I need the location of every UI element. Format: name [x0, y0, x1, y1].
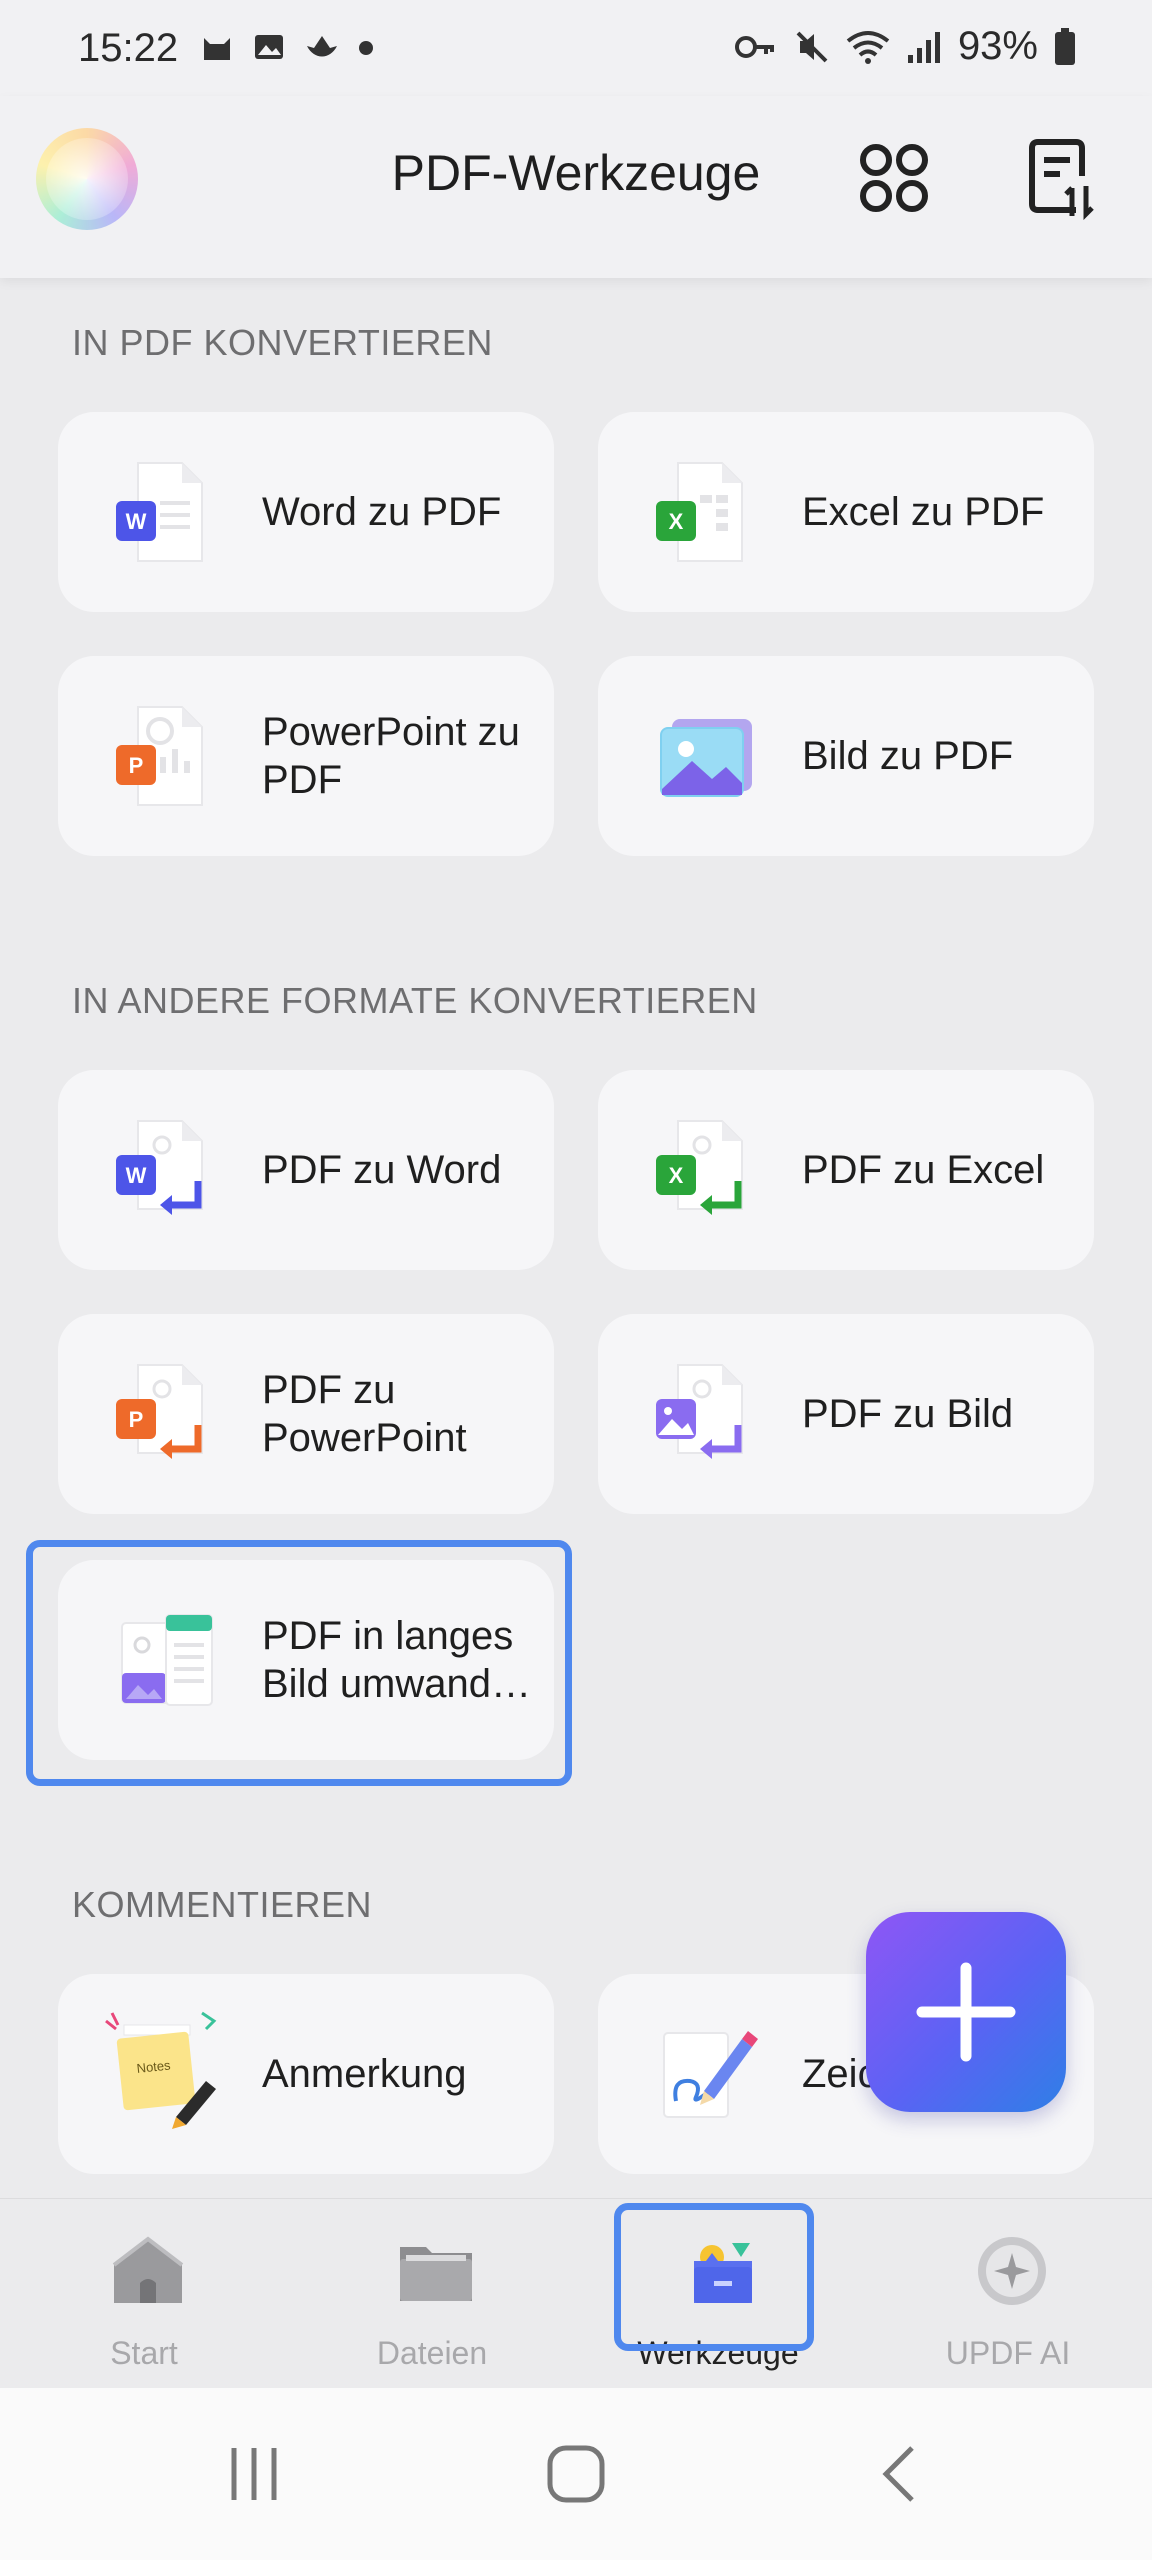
word-badge-text: W [126, 509, 147, 534]
tool-label-line: PDF zu [262, 1368, 396, 1412]
word-badge-text: W [126, 1163, 147, 1188]
powerpoint-to-pdf-card[interactable]: P PowerPoint zu PDF [58, 656, 554, 856]
home-icon [112, 2236, 184, 2303]
battery-percent: 93% [957, 24, 1038, 68]
pdf-to-image-card[interactable]: PDF zu Bild [598, 1314, 1094, 1514]
ppt-badge-text: P [129, 753, 144, 778]
excel-to-pdf-card[interactable]: X Excel zu PDF [598, 412, 1094, 612]
pdf-to-powerpoint-card[interactable]: P PDF zu PowerPoint [58, 1314, 554, 1514]
excel-badge-text: X [669, 1163, 684, 1188]
cat-icon [204, 38, 230, 60]
nav-updf-ai[interactable]: UPDF AI [908, 2199, 1108, 2389]
pdf-to-excel-card[interactable]: X PDF zu Excel [598, 1070, 1094, 1270]
pdf-to-excel-icon: X [656, 1120, 743, 1215]
system-indicators: 93% [734, 24, 1076, 69]
section-title: IN PDF KONVERTIEREN [72, 322, 493, 363]
bottom-navigation: Start Dateien Werkzeuge UPDF AI [0, 2198, 1152, 2388]
excel-file-icon: X [656, 462, 743, 562]
nav-label: Dateien [376, 2335, 488, 2371]
tool-label: Excel zu PDF [802, 490, 1045, 534]
powerpoint-file-icon: P [116, 706, 203, 806]
battery-icon [1055, 27, 1075, 65]
sticky-note-icon: Notes [105, 2011, 217, 2129]
word-file-icon: W [116, 462, 203, 562]
key-icon [734, 35, 774, 58]
nav-label: Start [110, 2335, 178, 2371]
status-time: 15:22 [78, 26, 179, 70]
pdf-to-powerpoint-icon: P [116, 1364, 203, 1459]
tool-label: PDF zu Word [262, 1148, 502, 1192]
drawing-icon [663, 2031, 758, 2118]
image-icon [255, 35, 283, 59]
status-bar: 15:22 93% [0, 0, 1152, 96]
annotation-card[interactable]: Notes Anmerkung [58, 1974, 554, 2174]
mute-icon [796, 31, 828, 62]
tool-label: PowerPoint zu PDF [262, 708, 520, 804]
image-stack-icon [660, 719, 752, 797]
bird-icon [307, 36, 337, 57]
word-to-pdf-card[interactable]: W Word zu PDF [58, 412, 554, 612]
nav-dateien[interactable]: Dateien [332, 2199, 532, 2389]
back-icon[interactable] [870, 2444, 930, 2504]
selection-highlight [26, 1540, 572, 1786]
section-title: IN ANDERE FORMATE KONVERTIEREN [72, 980, 758, 1021]
home-button-icon[interactable] [546, 2444, 606, 2504]
ai-icon [978, 2237, 1046, 2305]
dot-icon [359, 41, 373, 55]
ppt-badge-text: P [129, 1407, 144, 1432]
grid-icon[interactable] [852, 136, 936, 220]
system-navigation-bar [0, 2388, 1152, 2560]
pdf-to-image-icon [656, 1364, 743, 1459]
nav-label: UPDF AI [945, 2335, 1071, 2371]
pdf-to-word-card[interactable]: W PDF zu Word [58, 1070, 554, 1270]
tool-label: Bild zu PDF [802, 734, 1014, 778]
page-title: PDF-Werkzeuge [391, 145, 761, 201]
notification-icons [200, 30, 374, 64]
section-title: KOMMENTIEREN [72, 1884, 373, 1925]
tools-list[interactable]: IN PDF KONVERTIEREN W Word zu PDF X Exce… [0, 278, 1152, 2198]
wifi-icon [846, 30, 890, 64]
tool-label: PDF zu PowerPoint [262, 1366, 467, 1462]
excel-badge-text: X [669, 509, 684, 534]
image-to-pdf-card[interactable]: Bild zu PDF [598, 656, 1094, 856]
recent-apps-icon[interactable] [224, 2444, 284, 2504]
app-header: PDF-Werkzeuge [0, 96, 1152, 278]
tool-label: PDF zu Bild [802, 1392, 1014, 1436]
tool-label: PDF zu Excel [802, 1148, 1045, 1192]
tool-label-line: PowerPoint zu [262, 710, 520, 754]
sort-icon[interactable] [1026, 136, 1100, 220]
selection-highlight [614, 2203, 814, 2351]
tool-label-line: PowerPoint [262, 1416, 467, 1460]
plus-icon [916, 1962, 1016, 2062]
tool-label: Word zu PDF [262, 490, 502, 534]
pdf-to-word-icon: W [116, 1120, 203, 1215]
signal-icon [907, 31, 940, 63]
tool-label: Anmerkung [262, 2052, 467, 2096]
tool-label-line: PDF [262, 758, 342, 802]
folder-icon [400, 2247, 472, 2301]
nav-start[interactable]: Start [44, 2199, 244, 2389]
add-button[interactable] [866, 1912, 1066, 2112]
